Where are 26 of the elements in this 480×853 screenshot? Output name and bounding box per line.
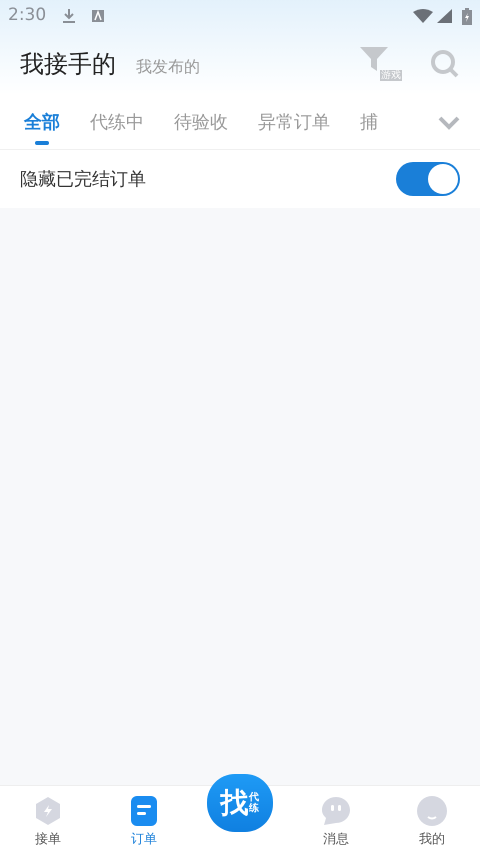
notification-icon <box>92 10 104 22</box>
search-icon[interactable] <box>430 49 460 79</box>
smiley-icon <box>417 796 447 826</box>
filter-badge: 游戏 <box>380 70 402 81</box>
tab[interactable]: 全部 <box>24 99 60 146</box>
download-icon <box>62 8 76 24</box>
nav-item[interactable]: 订单 <box>96 796 192 853</box>
nav-item[interactable]: 接单 <box>0 796 96 853</box>
signal-icon <box>437 9 452 23</box>
tab[interactable]: 代练中 <box>90 99 144 146</box>
tab[interactable]: 异常订单 <box>258 99 330 146</box>
tab[interactable]: 捕 <box>360 99 378 146</box>
status-time: 2:30 <box>8 4 46 28</box>
bolt-icon <box>34 796 62 826</box>
header-tab[interactable]: 我接手的 <box>20 46 116 82</box>
wifi-icon <box>413 9 433 23</box>
header-tab[interactable]: 我发布的 <box>136 55 200 79</box>
tab[interactable]: 待验收 <box>174 99 228 146</box>
chevron-down-icon[interactable] <box>438 116 460 130</box>
chat-icon <box>321 796 351 826</box>
nav-item[interactable]: 消息 <box>288 796 384 853</box>
battery-icon <box>462 8 472 24</box>
nav-item[interactable]: 我的 <box>384 796 480 853</box>
document-icon <box>131 796 157 826</box>
toggle-switch[interactable] <box>396 162 460 196</box>
setting-label: 隐藏已完结订单 <box>20 168 146 192</box>
